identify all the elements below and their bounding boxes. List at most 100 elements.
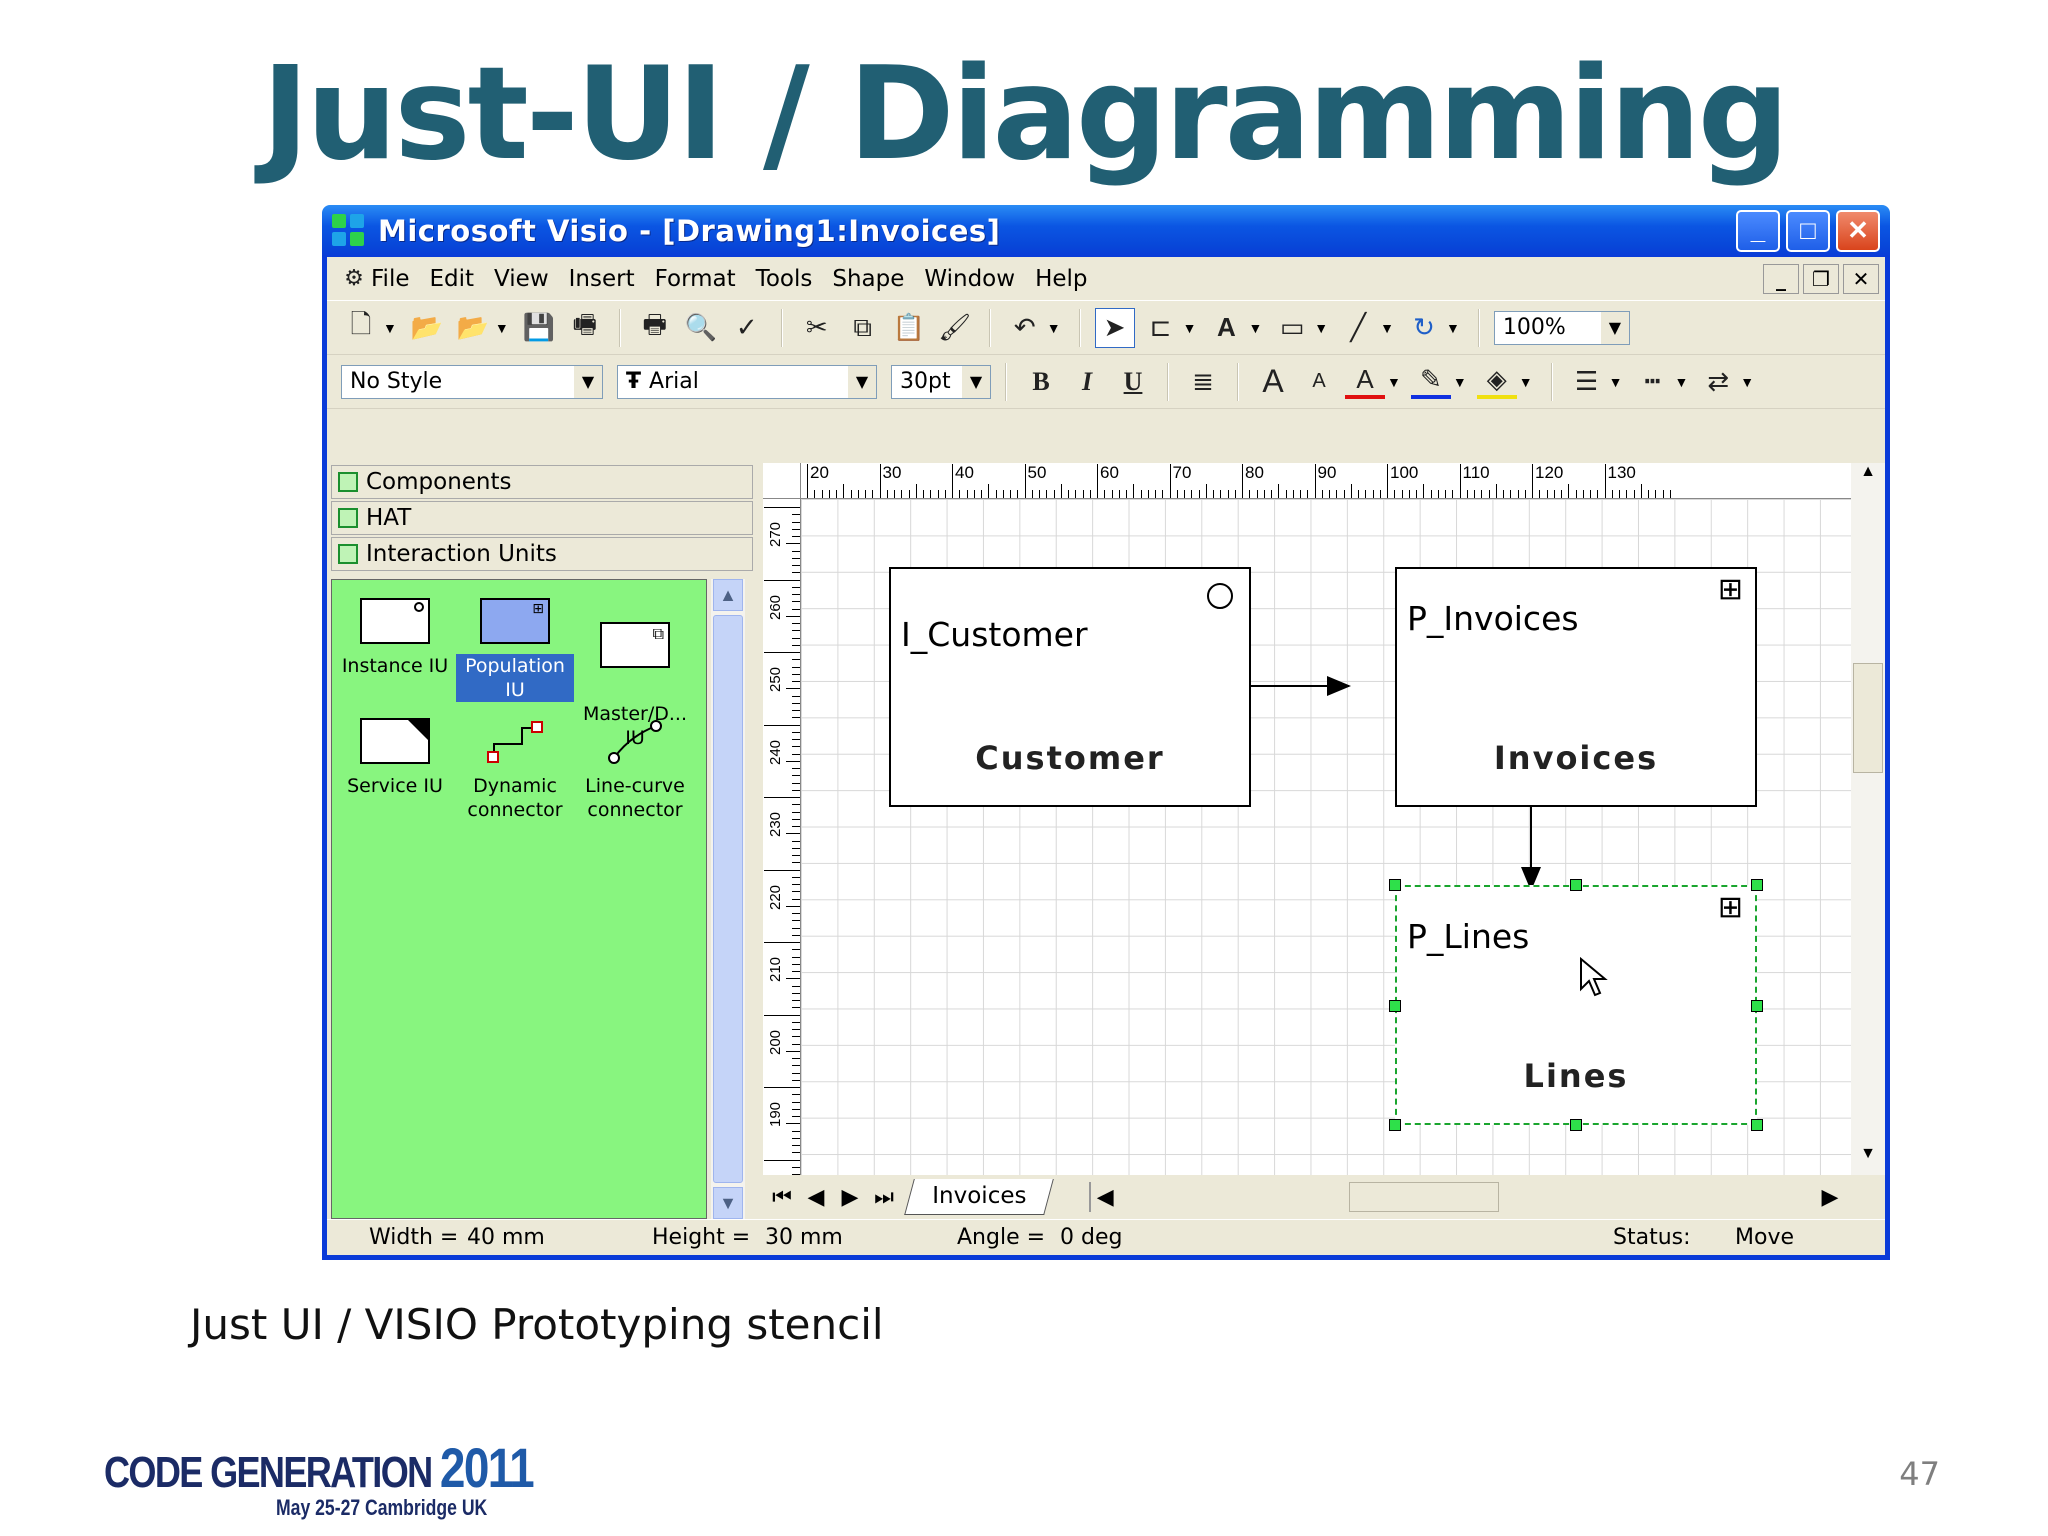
doc-restore-button[interactable]: ❐ — [1803, 263, 1839, 294]
line-color-dropdown-icon[interactable]: ▼ — [1453, 374, 1467, 390]
decrease-font-icon[interactable]: A — [1299, 362, 1339, 402]
scroll-up-icon[interactable]: ▲ — [713, 579, 743, 611]
diagram-box-customer[interactable]: I_Customer Customer — [889, 567, 1251, 807]
stencil-tab-components[interactable]: Components — [331, 465, 753, 499]
ruler-corner[interactable] — [763, 463, 801, 499]
bold-button[interactable]: B — [1021, 362, 1061, 402]
canvas-vertical-scrollbar[interactable]: ▲ ▼ — [1851, 463, 1885, 1175]
font-color-icon[interactable]: A — [1345, 364, 1385, 399]
line-ends-dropdown-icon[interactable]: ▼ — [1740, 374, 1754, 390]
shape-population-iu[interactable]: ⊞ Population IU — [456, 584, 574, 702]
fill-color-dropdown-icon[interactable]: ▼ — [1519, 374, 1533, 390]
doc-close-button[interactable]: ✕ — [1843, 263, 1879, 294]
save-icon[interactable]: 💾 — [519, 308, 559, 348]
font-size-dropdown-icon[interactable]: ▼ — [962, 365, 990, 398]
scroll-thumb[interactable] — [713, 615, 743, 1183]
rectangle-dropdown-icon[interactable]: ▼ — [1314, 320, 1328, 336]
italic-button[interactable]: I — [1067, 362, 1107, 402]
line-dropdown-icon[interactable]: ▼ — [1380, 320, 1394, 336]
stencil-scrollbar[interactable]: ▲ ▼ — [711, 579, 745, 1219]
selection-handle[interactable] — [1570, 1119, 1582, 1131]
new-icon[interactable]: 🗋 — [341, 308, 381, 348]
menu-shape[interactable]: Shape — [832, 266, 904, 292]
style-combo[interactable]: No Style ▼ — [341, 364, 603, 399]
line-pattern-dropdown-icon[interactable]: ▼ — [1674, 374, 1688, 390]
zoom-combo[interactable]: 100% ▼ — [1493, 310, 1630, 345]
rotate-tool-icon[interactable]: ↻ — [1404, 308, 1444, 348]
menu-window[interactable]: Window — [924, 266, 1015, 292]
line-ends-icon[interactable]: ⇄ — [1698, 362, 1738, 402]
previous-page-icon[interactable]: ◀ — [801, 1182, 831, 1212]
scroll-up-icon[interactable]: ▲ — [1853, 463, 1883, 493]
open-stencil-dropdown-icon[interactable]: ▼ — [495, 320, 509, 336]
visio-app-icon[interactable] — [330, 212, 368, 250]
selection-handle[interactable] — [1570, 879, 1582, 891]
menu-view[interactable]: View — [494, 266, 549, 292]
line-tool-icon[interactable]: ╱ — [1338, 308, 1378, 348]
open-stencil-icon[interactable]: 📂 — [453, 308, 493, 348]
format-painter-icon[interactable]: 🖌 — [935, 308, 975, 348]
text-tool-icon[interactable]: A — [1206, 308, 1246, 348]
text-dropdown-icon[interactable]: ▼ — [1248, 320, 1262, 336]
selection-handle[interactable] — [1389, 1119, 1401, 1131]
drawing-canvas[interactable]: I_Customer Customer ⊞ P_Invoices Invoice… — [801, 499, 1851, 1175]
line-color-icon[interactable]: ✎ — [1410, 364, 1451, 399]
menu-insert[interactable]: Insert — [569, 266, 635, 292]
title-bar[interactable]: Microsoft Visio - [Drawing1:Invoices] _ … — [322, 205, 1890, 257]
align-icon[interactable]: ≣ — [1183, 362, 1223, 402]
print-icon[interactable]: 🖶 — [635, 308, 675, 348]
diagram-box-invoices[interactable]: ⊞ P_Invoices Invoices — [1395, 567, 1757, 807]
scroll-left-icon[interactable]: ◀ — [1089, 1182, 1119, 1212]
scroll-right-icon[interactable]: ▶ — [1815, 1182, 1845, 1212]
open-icon[interactable]: 📂 — [407, 308, 447, 348]
line-weight-dropdown-icon[interactable]: ▼ — [1609, 374, 1623, 390]
font-size-combo[interactable]: 30pt ▼ — [891, 364, 991, 399]
next-page-icon[interactable]: ▶ — [835, 1182, 865, 1212]
rectangle-tool-icon[interactable]: ▭ — [1272, 308, 1312, 348]
horizontal-ruler[interactable]: 20 30 40 50 60 70 80 90 100 110 120 130 — [801, 463, 1851, 499]
paste-icon[interactable]: 📋 — [889, 308, 929, 348]
underline-button[interactable]: U — [1113, 362, 1153, 402]
connector-dropdown-icon[interactable]: ▼ — [1183, 320, 1197, 336]
minimize-button[interactable]: _ — [1736, 210, 1780, 252]
shape-line-curve-connector[interactable]: Line-curve connector — [576, 704, 694, 822]
font-color-dropdown-icon[interactable]: ▼ — [1387, 374, 1401, 390]
connector-tool-icon[interactable]: ⊏ — [1141, 308, 1181, 348]
rotate-dropdown-icon[interactable]: ▼ — [1446, 320, 1460, 336]
spelling-icon[interactable]: ✓ — [727, 308, 767, 348]
shape-service-iu[interactable]: Service IU — [336, 704, 454, 798]
font-dropdown-icon[interactable]: ▼ — [848, 365, 876, 398]
close-button[interactable]: ✕ — [1836, 210, 1880, 252]
cut-icon[interactable]: ✂ — [797, 308, 837, 348]
menu-file[interactable]: File — [371, 266, 410, 292]
pointer-tool-icon[interactable]: ➤ — [1094, 307, 1135, 348]
font-combo[interactable]: Ŧ Arial ▼ — [617, 364, 877, 399]
selection-handle[interactable] — [1389, 1000, 1401, 1012]
stencil-tab-hat[interactable]: HAT — [331, 501, 753, 535]
undo-dropdown-icon[interactable]: ▼ — [1047, 320, 1061, 336]
document-icon[interactable]: ⚙ — [337, 259, 371, 299]
copy-icon[interactable]: ⧉ — [843, 308, 883, 348]
style-dropdown-icon[interactable]: ▼ — [574, 365, 602, 398]
selection-handle[interactable] — [1751, 879, 1763, 891]
menu-tools[interactable]: Tools — [756, 266, 813, 292]
selection-handle[interactable] — [1751, 1000, 1763, 1012]
shape-instance-iu[interactable]: Instance IU — [336, 584, 454, 678]
permission-icon[interactable]: 🖷 — [565, 308, 605, 348]
first-page-icon[interactable]: ⏮ — [767, 1182, 797, 1212]
horizontal-scroll-thumb[interactable] — [1349, 1182, 1500, 1212]
page-tab-invoices[interactable]: Invoices — [904, 1179, 1055, 1215]
line-weight-icon[interactable]: ☰ — [1567, 362, 1607, 402]
print-preview-icon[interactable]: 🔍 — [681, 308, 721, 348]
selection-handle[interactable] — [1389, 879, 1401, 891]
zoom-dropdown-icon[interactable]: ▼ — [1600, 311, 1629, 344]
menu-edit[interactable]: Edit — [430, 266, 475, 292]
increase-font-icon[interactable]: A — [1253, 362, 1293, 402]
scroll-down-icon[interactable]: ▼ — [713, 1187, 743, 1219]
shape-dynamic-connector[interactable]: Dynamic connector — [456, 704, 574, 822]
last-page-icon[interactable]: ⏭ — [869, 1182, 899, 1212]
menu-format[interactable]: Format — [655, 266, 736, 292]
new-dropdown-icon[interactable]: ▼ — [383, 320, 397, 336]
scroll-down-icon[interactable]: ▼ — [1853, 1145, 1883, 1175]
diagram-box-lines[interactable]: ⊞ P_Lines Lines — [1389, 879, 1763, 1131]
